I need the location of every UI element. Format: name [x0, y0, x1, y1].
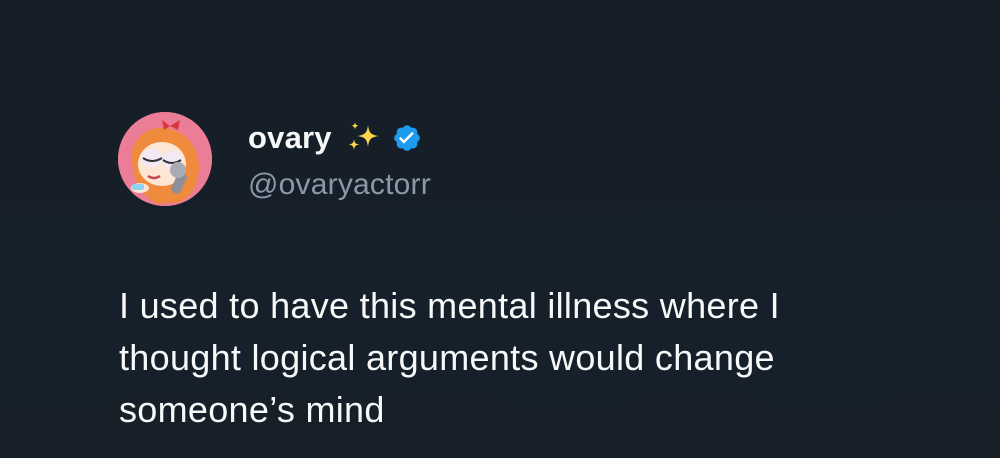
verified-badge-icon[interactable] [392, 123, 422, 153]
cartoon-avatar-icon [118, 112, 212, 206]
display-name[interactable]: ovary [248, 120, 332, 156]
display-name-row: ovary [248, 116, 431, 160]
sparkles-icon [344, 119, 382, 157]
tweet-card: ovary @ovaryactorr I used to have this m… [0, 0, 1000, 458]
tweet-text: I used to have this mental illness where… [119, 280, 919, 436]
author-names: ovary @ovaryactorr [248, 116, 431, 202]
tweet-text-line: thought logical arguments would change [119, 337, 775, 378]
author-handle[interactable]: @ovaryactorr [248, 168, 431, 202]
tweet-text-line: I used to have this mental illness where… [119, 285, 780, 326]
tweet-header: ovary @ovaryactorr [118, 103, 431, 215]
avatar[interactable] [118, 112, 212, 206]
tweet-text-line: someone’s mind [119, 389, 385, 430]
